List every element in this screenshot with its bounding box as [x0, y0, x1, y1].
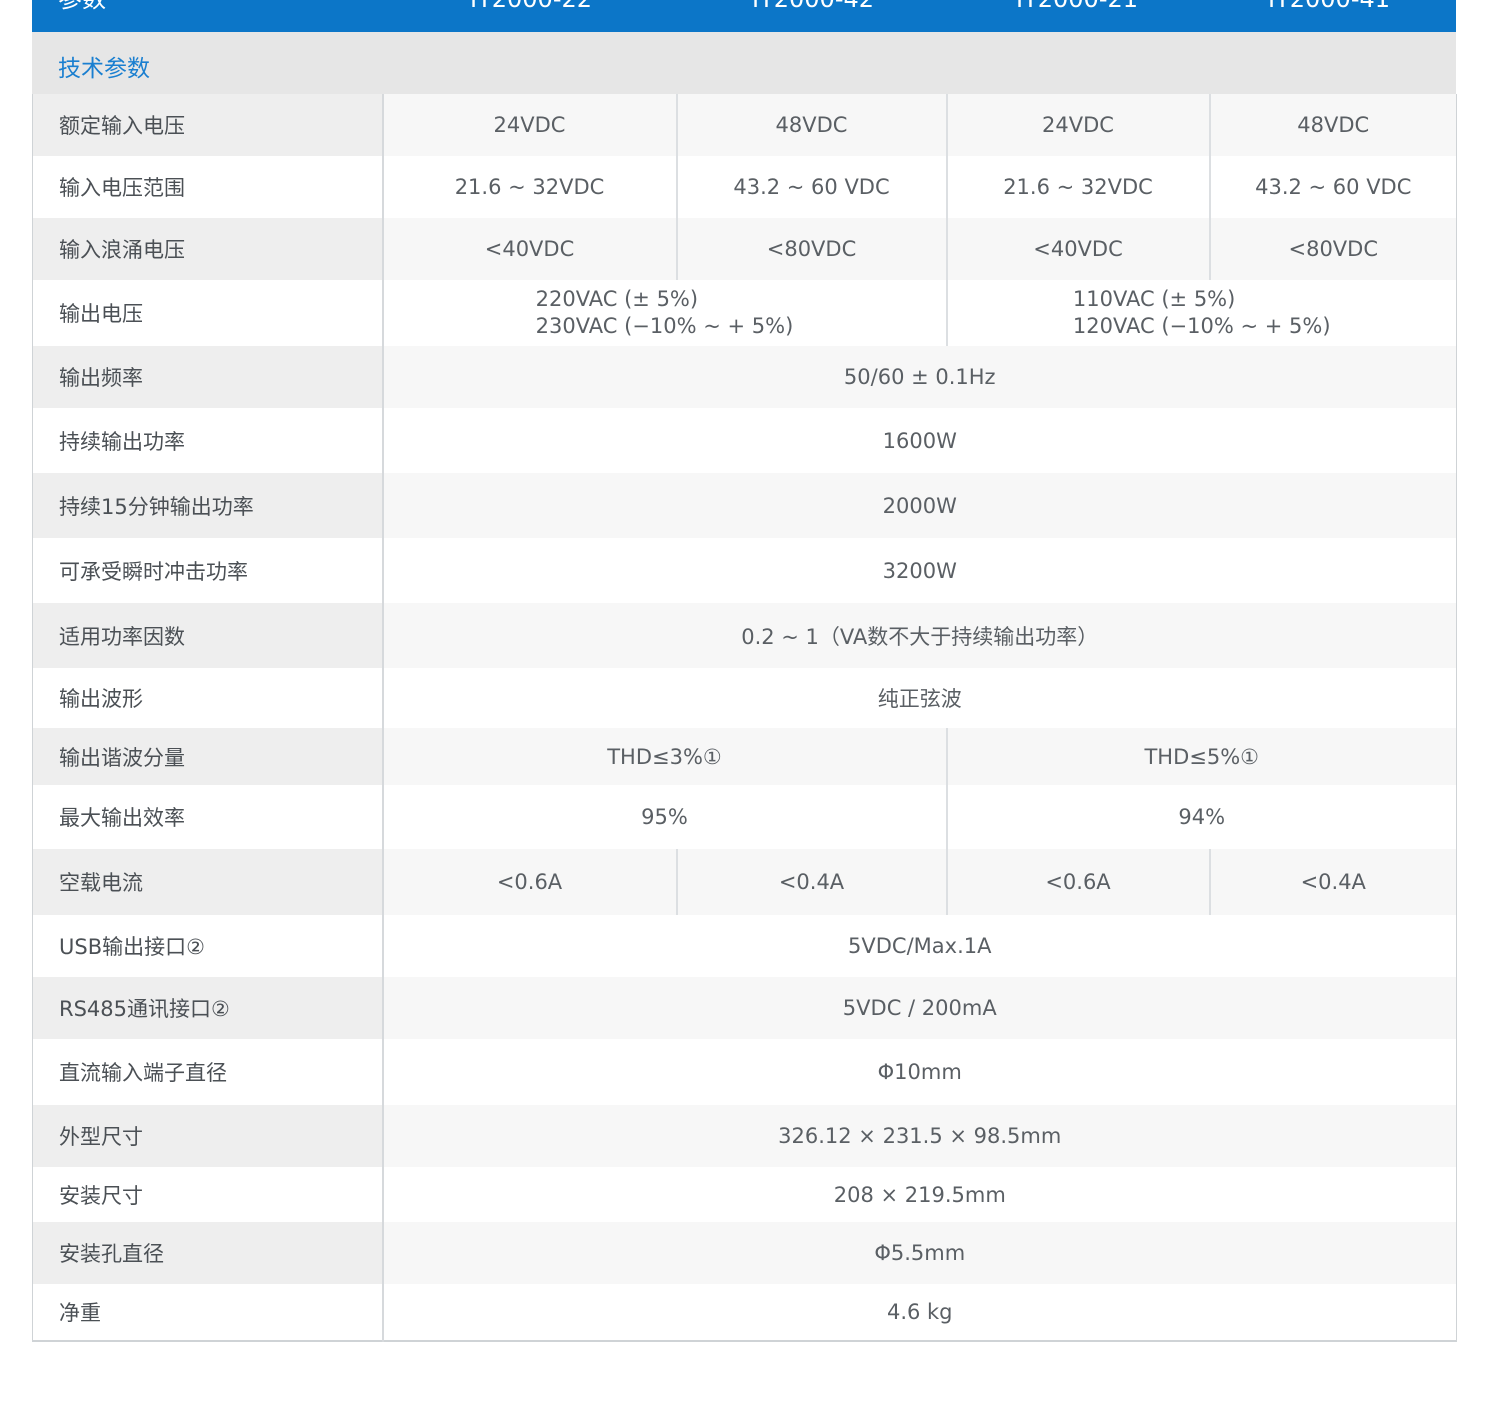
- row-label: RS485通讯接口②: [32, 977, 384, 1039]
- section-header: 技术参数: [32, 32, 1456, 94]
- header-model-4: IT2000-41: [1268, 0, 1390, 12]
- table-row: 适用功率因数 0.2 ~ 1（VA数不大于持续输出功率）: [32, 603, 1457, 668]
- table-row: 安装尺寸 208 × 219.5mm: [32, 1167, 1457, 1222]
- cell-value: 5VDC/Max.1A: [382, 915, 1457, 977]
- header-model-3: IT2000-21: [1016, 0, 1138, 12]
- cell-multiline: 110VAC (± 5%) 120VAC (−10% ~ + 5%): [1073, 286, 1331, 340]
- table-row: 输出电压 220VAC (± 5%) 230VAC (−10% ~ + 5%) …: [32, 280, 1457, 346]
- spec-sheet: 参数 IT2000-22 IT2000-42 IT2000-21 IT2000-…: [32, 0, 1457, 1342]
- table-row: USB输出接口② 5VDC/Max.1A: [32, 915, 1457, 977]
- table-row: 最大输出效率 95% 94%: [32, 785, 1457, 849]
- table-row: 输出谐波分量 THD≤3%① THD≤5%①: [32, 728, 1457, 785]
- cell-value: 220VAC (± 5%) 230VAC (−10% ~ + 5%): [382, 280, 947, 346]
- row-label: 空载电流: [32, 849, 384, 915]
- cell-value: <0.6A: [382, 849, 677, 915]
- spec-table: 额定输入电压 24VDC 48VDC 24VDC 48VDC 输入电压范围 21…: [32, 94, 1457, 1342]
- table-row: 输出波形 纯正弦波: [32, 668, 1457, 728]
- row-label: 外型尺寸: [32, 1105, 384, 1167]
- row-label: 输出频率: [32, 346, 384, 408]
- cell-value: <0.4A: [675, 849, 947, 915]
- cell-value: 43.2 ~ 60 VDC: [1208, 156, 1457, 218]
- cell-value: 21.6 ~ 32VDC: [382, 156, 677, 218]
- table-row: 空载电流 <0.6A <0.4A <0.6A <0.4A: [32, 849, 1457, 915]
- row-label: 输入浪涌电压: [32, 218, 384, 280]
- cell-value: <0.4A: [1208, 849, 1457, 915]
- cell-value: <80VDC: [675, 218, 947, 280]
- table-row: 持续输出功率 1600W: [32, 408, 1457, 473]
- cell-line: 110VAC (± 5%): [1072, 287, 1236, 311]
- cell-value: 48VDC: [1208, 94, 1457, 156]
- cell-value: 1600W: [382, 408, 1457, 473]
- table-row: 输出频率 50/60 ± 0.1Hz: [32, 346, 1457, 408]
- row-label: 输入电压范围: [32, 156, 384, 218]
- row-label: 安装尺寸: [32, 1167, 384, 1222]
- header-model-2: IT2000-42: [752, 0, 874, 12]
- section-title: 技术参数: [58, 56, 150, 82]
- cell-line: 230VAC (−10% ~ + 5%): [535, 314, 794, 338]
- cell-value: 纯正弦波: [382, 668, 1457, 728]
- table-row: 持续15分钟输出功率 2000W: [32, 473, 1457, 538]
- cell-value: THD≤3%①: [382, 728, 947, 785]
- header-param-label: 参数: [58, 0, 106, 12]
- table-row: 净重 4.6 kg: [32, 1284, 1457, 1341]
- cell-value: 0.2 ~ 1（VA数不大于持续输出功率）: [382, 603, 1457, 668]
- table-row: 额定输入电压 24VDC 48VDC 24VDC 48VDC: [32, 94, 1457, 156]
- table-row: RS485通讯接口② 5VDC / 200mA: [32, 977, 1457, 1039]
- cell-value: Φ5.5mm: [382, 1222, 1457, 1284]
- row-label: 持续输出功率: [32, 408, 384, 473]
- cell-value: 5VDC / 200mA: [382, 977, 1457, 1039]
- cell-value: <0.6A: [945, 849, 1210, 915]
- cell-value: 326.12 × 231.5 × 98.5mm: [382, 1105, 1457, 1167]
- table-row: 可承受瞬时冲击功率 3200W: [32, 538, 1457, 603]
- row-label: 净重: [32, 1284, 384, 1341]
- cell-value: THD≤5%①: [945, 728, 1457, 785]
- cell-value: <80VDC: [1208, 218, 1457, 280]
- cell-value: 43.2 ~ 60 VDC: [675, 156, 947, 218]
- row-label: 可承受瞬时冲击功率: [32, 538, 384, 603]
- table-row: 外型尺寸 326.12 × 231.5 × 98.5mm: [32, 1105, 1457, 1167]
- cell-value: Φ10mm: [382, 1039, 1457, 1105]
- row-label: 直流输入端子直径: [32, 1039, 384, 1105]
- table-row: 输入浪涌电压 <40VDC <80VDC <40VDC <80VDC: [32, 218, 1457, 280]
- cell-value: 24VDC: [382, 94, 677, 156]
- table-row: 输入电压范围 21.6 ~ 32VDC 43.2 ~ 60 VDC 21.6 ~…: [32, 156, 1457, 218]
- header-model-1: IT2000-22: [470, 0, 592, 12]
- cell-value: 208 × 219.5mm: [382, 1167, 1457, 1222]
- cell-value: 50/60 ± 0.1Hz: [382, 346, 1457, 408]
- cell-value: 3200W: [382, 538, 1457, 603]
- row-label: 适用功率因数: [32, 603, 384, 668]
- cell-line: 220VAC (± 5%): [535, 287, 699, 311]
- cell-value: <40VDC: [382, 218, 677, 280]
- cell-value: 48VDC: [675, 94, 947, 156]
- row-label: 持续15分钟输出功率: [32, 473, 384, 538]
- row-label: 输出电压: [32, 280, 384, 346]
- row-label: USB输出接口②: [32, 915, 384, 977]
- table-row: 直流输入端子直径 Φ10mm: [32, 1039, 1457, 1105]
- cell-value: 24VDC: [945, 94, 1210, 156]
- table-row: 安装孔直径 Φ5.5mm: [32, 1222, 1457, 1284]
- cell-value: 2000W: [382, 473, 1457, 538]
- cell-value: 94%: [945, 785, 1457, 849]
- cell-multiline: 220VAC (± 5%) 230VAC (−10% ~ + 5%): [536, 286, 794, 340]
- row-label: 额定输入电压: [32, 94, 384, 156]
- row-label: 最大输出效率: [32, 785, 384, 849]
- cell-value: 110VAC (± 5%) 120VAC (−10% ~ + 5%): [945, 280, 1457, 346]
- row-label: 输出谐波分量: [32, 728, 384, 785]
- cell-value: <40VDC: [945, 218, 1210, 280]
- cell-value: 21.6 ~ 32VDC: [945, 156, 1210, 218]
- table-header: 参数 IT2000-22 IT2000-42 IT2000-21 IT2000-…: [32, 0, 1456, 32]
- row-label: 安装孔直径: [32, 1222, 384, 1284]
- cell-value: 4.6 kg: [382, 1284, 1457, 1341]
- cell-value: 95%: [382, 785, 947, 849]
- row-label: 输出波形: [32, 668, 384, 728]
- cell-line: 120VAC (−10% ~ + 5%): [1072, 314, 1331, 338]
